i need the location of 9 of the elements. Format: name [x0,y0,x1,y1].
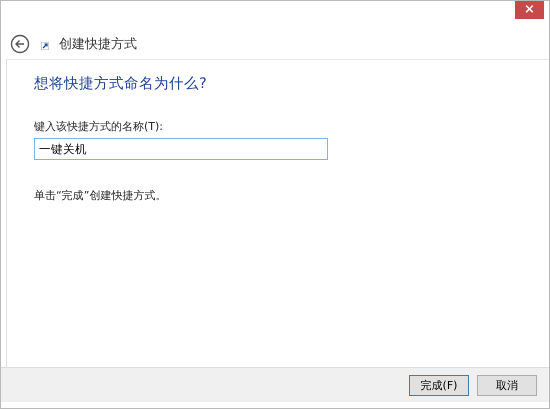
finish-button[interactable]: 完成(F) [409,374,469,396]
name-input-field[interactable]: 一键关机 [34,138,328,160]
wizard-title: 创建快捷方式 [59,36,137,53]
cancel-button[interactable]: 取消 [477,374,537,396]
shortcut-icon [41,42,49,50]
field-label: 键入该快捷方式的名称(T): [34,119,164,134]
close-button[interactable]: × [515,1,544,19]
instruction-text: 单击“完成”创建快捷方式。 [34,188,166,203]
page-heading: 想将快捷方式命名为什么? [34,74,207,93]
